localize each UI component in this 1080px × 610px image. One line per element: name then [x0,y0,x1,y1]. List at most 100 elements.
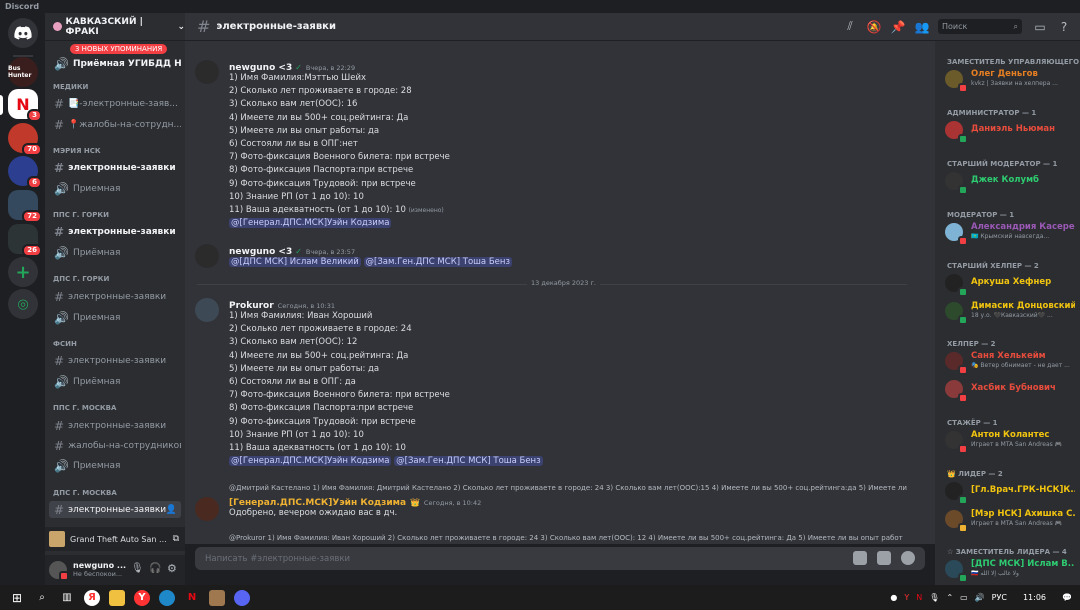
yandex-tray-icon[interactable]: Y [904,593,909,602]
avatar[interactable] [195,60,219,84]
channel-mayor-apps[interactable]: # электронные-заявки [49,159,181,176]
server-icon-3[interactable]: 70 [8,123,42,156]
category-fsin[interactable]: ФСИН [53,340,77,348]
channel-pps-gorki-apps[interactable]: # электронные-заявки [49,223,181,240]
edge-icon[interactable] [159,589,175,606]
reply-preview[interactable]: @Prokuror 1) Имя Фамилия: Иван Хороший 2… [229,532,909,544]
avatar[interactable] [195,244,219,268]
member-item[interactable]: Димасик Донцовский 18 у.о. 🖤Кавказский🖤 .… [945,300,1075,325]
task-view-icon[interactable]: ▥ [59,590,75,606]
member-item[interactable]: Саня Хелькейм 🎭 Ветер обнимает - не дает … [945,350,1075,375]
server-icon-netflix[interactable]: N3 [8,89,42,122]
notifications-icon[interactable]: 💬 [1062,593,1072,602]
chevron-up-icon[interactable]: ⌃ [946,593,953,602]
avatar[interactable] [195,497,219,521]
language-indicator[interactable]: РУС [992,593,1007,602]
member-item[interactable]: Александрия Касерез 🇰🇿 Крымский навсегда.… [945,221,1075,246]
microphone-icon[interactable]: 🎙 [929,593,939,602]
mute-bell-icon[interactable]: 🔕 [866,19,882,35]
server-icon-bus-hunter[interactable]: Bus Hunter [8,57,38,87]
add-server-button[interactable]: + [8,257,38,287]
discord-home-button[interactable] [8,18,38,48]
role-mention[interactable]: @[ДПС МСК] Ислам Великий [229,257,361,267]
clock[interactable]: 11:06 [1023,593,1046,602]
channel-pps-moscow-complaints[interactable]: # жалобы-на-сотрудников [49,437,181,454]
add-member-icon[interactable]: 👤 [166,505,177,515]
member-item[interactable]: [ДПС МСК] Ислам В... 🇷🇺 ولا غالب إلا الله [945,558,1075,583]
server-folder-1[interactable]: 72 [8,190,42,223]
category-pps-moscow[interactable]: ППС Г. МОСКВА [53,404,116,412]
message-line: 8) Фото-фиксация Паспорта:при встрече [229,403,414,414]
gif-icon[interactable] [853,551,867,565]
channel-dps-gorki-apps[interactable]: # электронные-заявки [49,288,181,305]
member-item[interactable]: [Мэр НСК] Ахишка С... Играет в MTA San An… [945,508,1075,533]
guild-header[interactable]: КАВКАЗСКИЙ | ФРАКІ ⌄ [45,13,185,41]
message-line: 3) Сколько вам лет(ООС): 12 [229,337,358,348]
network-icon[interactable]: ▭ [960,593,968,602]
sticker-icon[interactable] [877,551,891,565]
reply-preview[interactable]: @Дмитрий Кастелано 1) Имя Фамилия: Дмитр… [229,482,909,494]
netflix-icon[interactable]: N [184,590,200,606]
member-item[interactable]: [Гл.Врач.ГРК-НСК]К... [945,480,1075,505]
role-mention[interactable]: @[Зам.Ген.ДПС МСК] Тоша Бенз [363,257,512,267]
headphones-icon[interactable]: 🎧 [149,563,161,574]
channel-medics-apps[interactable]: # 📑-электронные-заяв... [49,95,181,112]
channel-pps-moscow-reception[interactable]: 🔊 Приемная [49,457,181,474]
category-medics[interactable]: МЕДИКИ [53,83,88,91]
screen-share-icon[interactable]: ⧉ [173,534,179,544]
avatar[interactable] [49,561,69,581]
category-dps-gorki[interactable]: ДПС Г. ГОРКИ [53,275,109,283]
emoji-icon[interactable] [901,551,915,565]
netflix-tray-icon[interactable]: N [916,593,922,602]
member-item[interactable]: Даниэль Ньюман [945,119,1075,144]
message-line: 4) Имеете ли вы 500+ соц.рейтинга: Да [229,350,409,361]
channel-dps-gorki-reception[interactable]: 🔊 Приемная [49,309,181,326]
search-input[interactable]: Поиск ⌕ [938,19,1022,34]
channel-fsin-reception[interactable]: 🔊 Приёмная [49,373,181,390]
member-item[interactable]: Хасбик Бубнович [945,378,1075,403]
member-item[interactable]: Джек Колумб [945,170,1075,195]
volume-icon[interactable]: 🔊 [975,593,985,602]
message-composer[interactable]: Написать #электронные-заявки [195,547,925,570]
category-dps-moscow[interactable]: ДПС Г. МОСКВА [53,489,117,497]
verified-icon: ✓ [295,63,302,72]
discord-taskbar-icon[interactable] [234,589,250,606]
help-icon[interactable]: ? [1056,19,1072,35]
channel-pps-moscow-apps[interactable]: # электронные-заявки [49,417,181,434]
category-mayor[interactable]: МЭРИЯ НСК [53,147,101,155]
yandex-browser-icon[interactable]: Я [84,589,100,606]
member-item[interactable]: Антон Колантес Играет в MTA San Andreas 🎮 [945,429,1075,454]
role-mention[interactable]: @[Генерал.ДПС.МСК]Уэйн Кодзима [229,218,392,229]
new-mentions-pill[interactable]: 3 НОВЫХ УПОМИНАНИЯ [70,44,168,54]
avatar[interactable] [195,298,219,322]
threads-icon[interactable]: ⫽ [842,19,858,35]
explore-servers-button[interactable]: ◎ [8,289,38,319]
game-app-icon[interactable] [209,589,225,606]
server-icon-4[interactable]: 6 [8,156,42,189]
pin-icon[interactable]: 📌 [890,19,906,35]
server-folder-2[interactable]: 26 [8,224,42,257]
role-mention[interactable]: @[Зам.Ген.ДПС МСК] Тоша Бенз [394,456,543,467]
channel-dps-moscow-apps[interactable]: # электронные-заявки 👤 [49,501,181,518]
search-icon[interactable]: ⌕ [34,590,50,606]
member-item[interactable]: Олег Деньгов kvkz | Заявки на хелпера ... [945,68,1075,93]
members-toggle-icon[interactable]: 👥 [914,19,930,35]
yandex-icon[interactable]: Y [134,589,150,606]
windows-start-icon[interactable]: ⊞ [9,590,25,606]
activity-panel[interactable]: Grand Theft Auto San ... ⧉ [45,527,185,551]
member-item[interactable]: Аркуша Хефнер [945,272,1075,297]
channel-pps-gorki-reception[interactable]: 🔊 Приёмная [49,244,181,261]
message-line: 5) Имеете ли вы опыт работы: да [229,363,380,374]
channel-mayor-reception[interactable]: 🔊 Приемная [49,180,181,197]
channel-fsin-apps[interactable]: # электронные-заявки [49,352,181,369]
file-explorer-icon[interactable] [109,589,125,606]
inbox-icon[interactable]: ▭ [1032,19,1048,35]
channel-medics-complaints[interactable]: # 📍жалобы-на-сотрудн... [49,116,181,133]
discord-tray-icon[interactable]: ● [890,593,897,602]
channel-top[interactable]: 🔊Приёмная УГИБДД НСК [49,55,181,72]
category-pps-gorki[interactable]: ППС Г. ГОРКИ [53,211,109,219]
role-mention[interactable]: @[Генерал.ДПС.МСК]Уэйн Кодзима [229,456,392,467]
gear-icon[interactable]: ⚙ [167,562,177,575]
microphone-icon[interactable]: 🎙 [131,563,144,574]
message-line: 6) Состояли ли вы в ОПГ:нет [229,138,358,149]
